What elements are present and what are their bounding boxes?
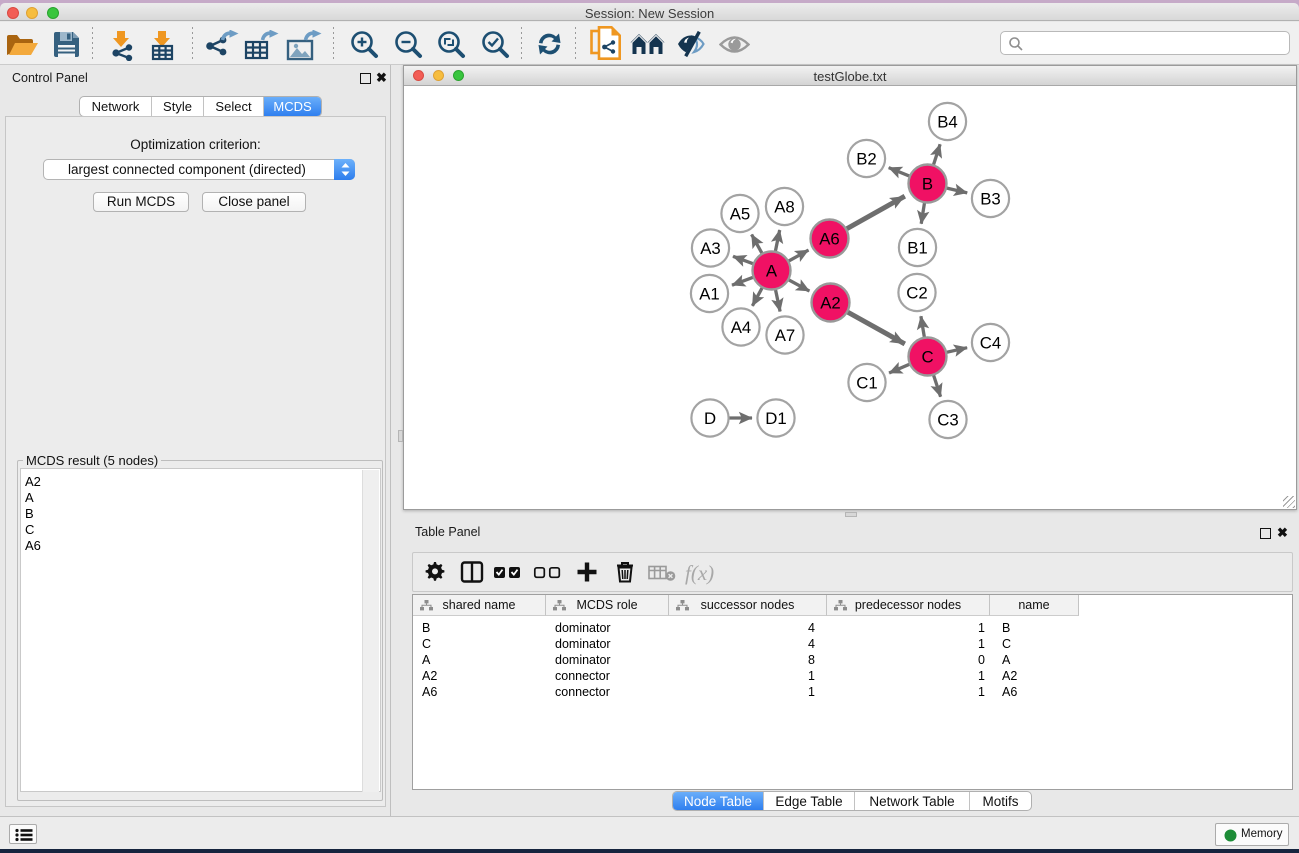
- svg-text:B2: B2: [856, 150, 877, 169]
- svg-text:A2: A2: [820, 294, 841, 313]
- svg-text:C2: C2: [906, 284, 927, 303]
- svg-text:A8: A8: [774, 198, 795, 217]
- svg-text:B3: B3: [980, 190, 1001, 209]
- svg-text:D1: D1: [765, 409, 786, 428]
- svg-text:C4: C4: [980, 334, 1001, 353]
- svg-text:f(x): f(x): [685, 561, 714, 585]
- svg-text:A6: A6: [819, 230, 840, 249]
- svg-text:A3: A3: [700, 239, 721, 258]
- svg-text:C3: C3: [937, 411, 958, 430]
- svg-text:A4: A4: [731, 318, 752, 337]
- svg-text:B4: B4: [937, 113, 958, 132]
- svg-text:C1: C1: [856, 374, 877, 393]
- svg-text:A: A: [766, 262, 778, 281]
- svg-text:A1: A1: [699, 285, 720, 304]
- svg-text:A5: A5: [730, 205, 751, 224]
- svg-text:B: B: [922, 175, 933, 194]
- svg-text:D: D: [704, 409, 716, 428]
- svg-text:C: C: [921, 348, 933, 367]
- svg-text:B1: B1: [907, 239, 928, 258]
- svg-text:A7: A7: [775, 326, 796, 345]
